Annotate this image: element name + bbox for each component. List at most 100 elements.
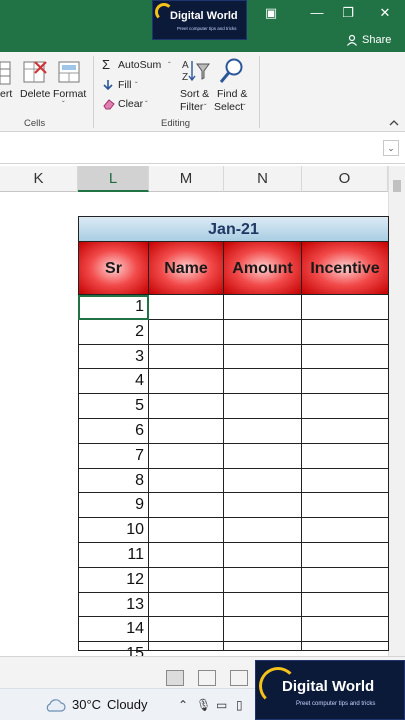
sr-cell[interactable]: 6 <box>78 419 149 444</box>
eraser-icon[interactable] <box>102 98 115 110</box>
name-cell[interactable] <box>149 567 224 593</box>
autosum-label[interactable]: AutoSum <box>118 59 161 71</box>
amount-cell[interactable] <box>224 518 302 543</box>
find-select-label-1[interactable]: Find & <box>217 88 247 100</box>
amount-cell[interactable] <box>224 567 302 593</box>
minimize-icon[interactable]: — <box>306 4 328 22</box>
amount-cell[interactable] <box>224 617 302 643</box>
close-icon[interactable]: ✕ <box>374 4 396 22</box>
autosum-icon[interactable]: Σ <box>102 57 110 72</box>
sr-cell[interactable]: 9 <box>78 493 149 519</box>
column-header-k[interactable]: K <box>0 166 78 192</box>
name-cell[interactable] <box>149 543 224 568</box>
column-header-n[interactable]: N <box>224 166 302 192</box>
amount-cell[interactable] <box>224 394 302 419</box>
delete-label[interactable]: Delete <box>20 88 50 100</box>
page-break-preview-icon[interactable] <box>230 670 248 686</box>
header-incentive[interactable]: Incentive <box>302 242 389 295</box>
name-cell[interactable] <box>149 319 224 345</box>
battery-icon[interactable]: ▯ <box>236 698 243 712</box>
month-header[interactable]: Jan-21 <box>78 216 389 242</box>
chevron-down-icon[interactable]: ⌄ <box>383 140 399 156</box>
incentive-cell[interactable] <box>302 468 389 494</box>
amount-cell[interactable] <box>224 295 302 320</box>
sr-cell[interactable]: 2 <box>78 319 149 345</box>
column-header-l[interactable]: L <box>78 166 149 192</box>
ribbon-display-icon[interactable]: ▣ <box>260 4 282 22</box>
sr-cell[interactable]: 11 <box>78 543 149 568</box>
incentive-cell[interactable] <box>302 295 389 320</box>
amount-cell[interactable] <box>224 642 302 651</box>
page-layout-icon[interactable] <box>198 670 216 686</box>
sr-cell[interactable]: 3 <box>78 344 149 370</box>
sr-cell[interactable]: 5 <box>78 394 149 419</box>
amount-cell[interactable] <box>224 443 302 469</box>
sort-filter-icon[interactable]: A Z <box>181 58 211 84</box>
name-cell[interactable] <box>149 295 224 320</box>
column-header-o[interactable]: O <box>302 166 388 192</box>
incentive-cell[interactable] <box>302 344 389 370</box>
name-cell[interactable] <box>149 592 224 618</box>
header-amount[interactable]: Amount <box>224 242 302 295</box>
insert-cells-icon[interactable] <box>0 60 12 86</box>
amount-cell[interactable] <box>224 319 302 345</box>
sr-cell[interactable]: 15 <box>78 642 149 662</box>
incentive-cell[interactable] <box>302 642 389 651</box>
name-cell[interactable] <box>149 617 224 643</box>
sr-cell[interactable]: 8 <box>78 468 149 494</box>
scrollbar-thumb[interactable] <box>393 180 401 192</box>
normal-view-icon[interactable] <box>166 670 184 686</box>
vertical-scrollbar[interactable] <box>388 166 405 656</box>
incentive-cell[interactable] <box>302 443 389 469</box>
incentive-cell[interactable] <box>302 617 389 643</box>
incentive-cell[interactable] <box>302 319 389 345</box>
sort-filter-label-2[interactable]: Filter <box>180 101 203 113</box>
amount-cell[interactable] <box>224 369 302 395</box>
sr-cell[interactable]: 14 <box>78 617 149 643</box>
header-sr[interactable]: Sr <box>78 242 149 295</box>
header-name[interactable]: Name <box>149 242 224 295</box>
incentive-cell[interactable] <box>302 419 389 444</box>
name-cell[interactable] <box>149 642 224 651</box>
insert-label[interactable]: ert <box>0 88 12 100</box>
incentive-cell[interactable] <box>302 567 389 593</box>
name-cell[interactable] <box>149 468 224 494</box>
find-icon[interactable] <box>219 57 245 85</box>
amount-cell[interactable] <box>224 419 302 444</box>
formula-bar[interactable]: ⌄ <box>0 132 405 164</box>
fill-label[interactable]: Fill <box>118 79 131 91</box>
restore-icon[interactable]: ❐ <box>337 4 359 22</box>
chevron-up-icon[interactable] <box>389 119 399 127</box>
weather-widget[interactable]: 30°C Cloudy <box>72 697 148 712</box>
camera-icon[interactable]: ▭ <box>216 698 227 712</box>
column-header-m[interactable]: M <box>149 166 224 192</box>
name-cell[interactable] <box>149 394 224 419</box>
sr-cell[interactable]: 10 <box>78 518 149 543</box>
incentive-cell[interactable] <box>302 543 389 568</box>
name-cell[interactable] <box>149 369 224 395</box>
incentive-cell[interactable] <box>302 369 389 395</box>
name-cell[interactable] <box>149 518 224 543</box>
name-cell[interactable] <box>149 419 224 444</box>
amount-cell[interactable] <box>224 592 302 618</box>
chevron-up-icon[interactable]: ⌃ <box>178 698 188 712</box>
name-cell[interactable] <box>149 443 224 469</box>
microphone-icon[interactable]: 🎙 <box>196 698 211 712</box>
share-button[interactable]: Share <box>346 34 391 46</box>
incentive-cell[interactable] <box>302 592 389 618</box>
format-cells-icon[interactable] <box>57 59 81 85</box>
incentive-cell[interactable] <box>302 518 389 543</box>
sr-cell[interactable]: 13 <box>78 592 149 618</box>
sr-cell[interactable]: 4 <box>78 369 149 395</box>
incentive-cell[interactable] <box>302 493 389 519</box>
delete-cells-icon[interactable] <box>22 59 48 85</box>
clear-label[interactable]: Clear <box>118 98 143 110</box>
sort-filter-label-1[interactable]: Sort & <box>180 88 209 100</box>
sr-cell[interactable]: 1 <box>78 295 149 320</box>
name-cell[interactable] <box>149 344 224 370</box>
amount-cell[interactable] <box>224 344 302 370</box>
name-cell[interactable] <box>149 493 224 519</box>
sr-cell[interactable]: 12 <box>78 567 149 593</box>
amount-cell[interactable] <box>224 468 302 494</box>
amount-cell[interactable] <box>224 493 302 519</box>
